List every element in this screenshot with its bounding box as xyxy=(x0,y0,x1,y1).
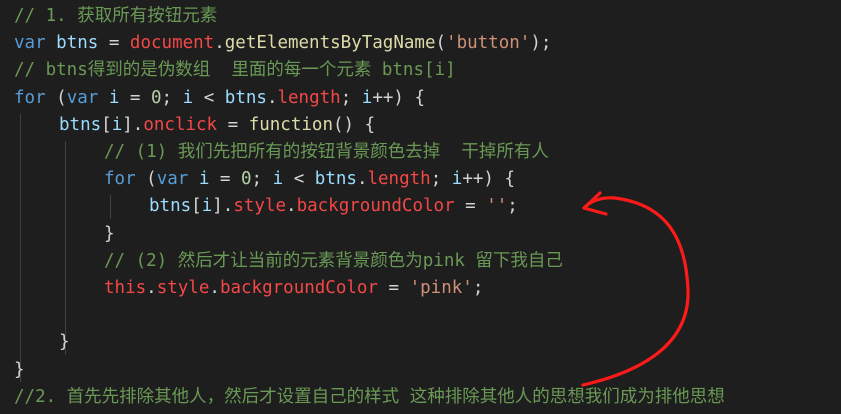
token-keyword: var xyxy=(66,87,99,108)
token-function: getElementsByTagName xyxy=(224,33,436,54)
code-line-03[interactable]: // btns得到的是伪数组 里面的每一个元素 btns[i] xyxy=(14,57,456,84)
token-punctuation: ( xyxy=(45,87,67,108)
token-property: backgroundColor xyxy=(296,196,455,217)
code-line-08[interactable]: btns[i].style.backgroundColor = ''; xyxy=(149,193,518,220)
code-line-13[interactable]: } xyxy=(59,329,70,356)
code-editor[interactable]: // 1. 获取所有按钮元素 var btns = document.getEle… xyxy=(0,0,841,414)
token-punctuation: . xyxy=(214,33,225,54)
token-punctuation: = xyxy=(454,196,487,217)
token-keyword: var xyxy=(156,169,189,190)
token-variable: btns xyxy=(56,33,99,54)
token-punctuation: = xyxy=(209,169,241,190)
token-punctuation: . xyxy=(286,196,297,217)
token-punctuation: } xyxy=(59,332,70,353)
token-punctuation: ++) { xyxy=(462,169,516,190)
token-punctuation xyxy=(98,88,109,108)
code-line-01[interactable]: // 1. 获取所有按钮元素 xyxy=(14,3,217,30)
code-line-02[interactable]: var btns = document.getElementsByTagName… xyxy=(14,30,551,57)
token-variable: btns xyxy=(224,87,267,108)
code-line-14[interactable]: } xyxy=(14,357,25,384)
token-keyword: var xyxy=(14,33,46,54)
token-punctuation: [ xyxy=(191,196,202,217)
token-comment: // 1. 获取所有按钮元素 xyxy=(14,6,218,26)
token-variable: i xyxy=(201,196,213,217)
token-property: this xyxy=(104,278,147,298)
token-property: style xyxy=(156,278,210,298)
token-punctuation: = xyxy=(119,87,151,108)
token-number: 0 xyxy=(241,169,252,190)
token-variable: i xyxy=(361,87,373,108)
token-variable: i xyxy=(182,87,194,108)
token-punctuation: () { xyxy=(333,114,376,135)
token-variable: i xyxy=(451,169,463,190)
token-string: 'button' xyxy=(446,33,531,54)
indent-guide-3 xyxy=(110,195,111,219)
token-variable: i xyxy=(272,169,284,190)
token-keyword: for xyxy=(104,169,136,190)
token-punctuation: . xyxy=(266,87,278,108)
token-punctuation xyxy=(188,169,199,189)
token-comment: //2. 首先先排除其他人，然后才设置自己的样式 这种排除其他人的思想我们成为排… xyxy=(14,386,725,407)
token-punctuation: ); xyxy=(530,33,552,54)
token-number: 0 xyxy=(151,87,162,108)
token-property: backgroundColor xyxy=(219,278,378,298)
token-punctuation: ; xyxy=(430,169,452,190)
token-function: function xyxy=(248,114,333,135)
token-punctuation: ]. xyxy=(212,196,234,217)
indent-guide-1 xyxy=(20,113,21,382)
token-punctuation: < xyxy=(193,87,225,108)
token-property: document xyxy=(129,33,215,54)
code-line-06[interactable]: // (1) 我们先把所有的按钮背景颜色去掉 干掉所有人 xyxy=(104,139,549,166)
indent-guide-2 xyxy=(65,141,66,355)
arrow-curve xyxy=(581,196,690,387)
token-variable: btns xyxy=(59,114,102,135)
token-punctuation: ; xyxy=(161,87,183,108)
token-variable: i xyxy=(198,169,210,190)
token-variable: i xyxy=(108,87,120,108)
token-punctuation: . xyxy=(146,278,157,298)
token-string: '' xyxy=(486,196,508,217)
token-property: length xyxy=(277,87,341,108)
code-line-09[interactable]: } xyxy=(104,221,115,248)
token-punctuation: ; xyxy=(507,196,518,217)
code-line-04[interactable]: for (var i = 0; i < btns.length; i++) { xyxy=(14,85,425,112)
token-punctuation: . xyxy=(356,169,368,190)
token-keyword: for xyxy=(14,87,46,108)
token-punctuation: } xyxy=(104,223,115,244)
token-punctuation: ( xyxy=(435,33,447,54)
token-variable: btns xyxy=(149,196,192,217)
token-punctuation: ; xyxy=(472,278,484,298)
token-punctuation: < xyxy=(283,169,315,190)
token-variable: btns xyxy=(314,169,357,190)
code-line-10[interactable]: // (2) 然后才让当前的元素背景颜色为pink 留下我自己 xyxy=(104,248,563,275)
token-punctuation: = xyxy=(98,33,130,54)
token-punctuation: = xyxy=(217,114,249,135)
code-line-11[interactable]: this.style.backgroundColor = 'pink'; xyxy=(104,275,483,302)
code-line-05[interactable]: btns[i].onclick = function() { xyxy=(59,112,375,139)
token-variable: i xyxy=(111,114,123,135)
token-punctuation: ++) { xyxy=(372,87,426,108)
code-line-15[interactable]: //2. 首先先排除其他人，然后才设置自己的样式 这种排除其他人的思想我们成为排… xyxy=(14,384,725,411)
token-property: style xyxy=(233,196,287,217)
token-punctuation: ]. xyxy=(122,114,144,135)
code-line-07[interactable]: for (var i = 0; i < btns.length; i++) { xyxy=(104,166,515,193)
token-property: onclick xyxy=(143,114,218,135)
token-punctuation: [ xyxy=(101,114,112,135)
token-string: 'pink' xyxy=(409,278,473,298)
arrow-head xyxy=(582,191,608,216)
token-punctuation: ( xyxy=(135,169,157,190)
token-punctuation: ; xyxy=(340,87,362,108)
token-punctuation: ; xyxy=(251,169,273,190)
token-punctuation xyxy=(46,33,57,53)
token-punctuation: = xyxy=(377,278,410,298)
token-comment: // btns得到的是伪数组 里面的每一个元素 btns[i] xyxy=(14,60,456,81)
token-punctuation: } xyxy=(14,359,25,380)
token-comment: // (2) 然后才让当前的元素背景颜色为pink 留下我自己 xyxy=(104,250,563,271)
token-comment: // (1) 我们先把所有的按钮背景颜色去掉 干掉所有人 xyxy=(104,142,549,162)
token-punctuation: . xyxy=(209,278,220,298)
token-property: length xyxy=(367,169,431,190)
